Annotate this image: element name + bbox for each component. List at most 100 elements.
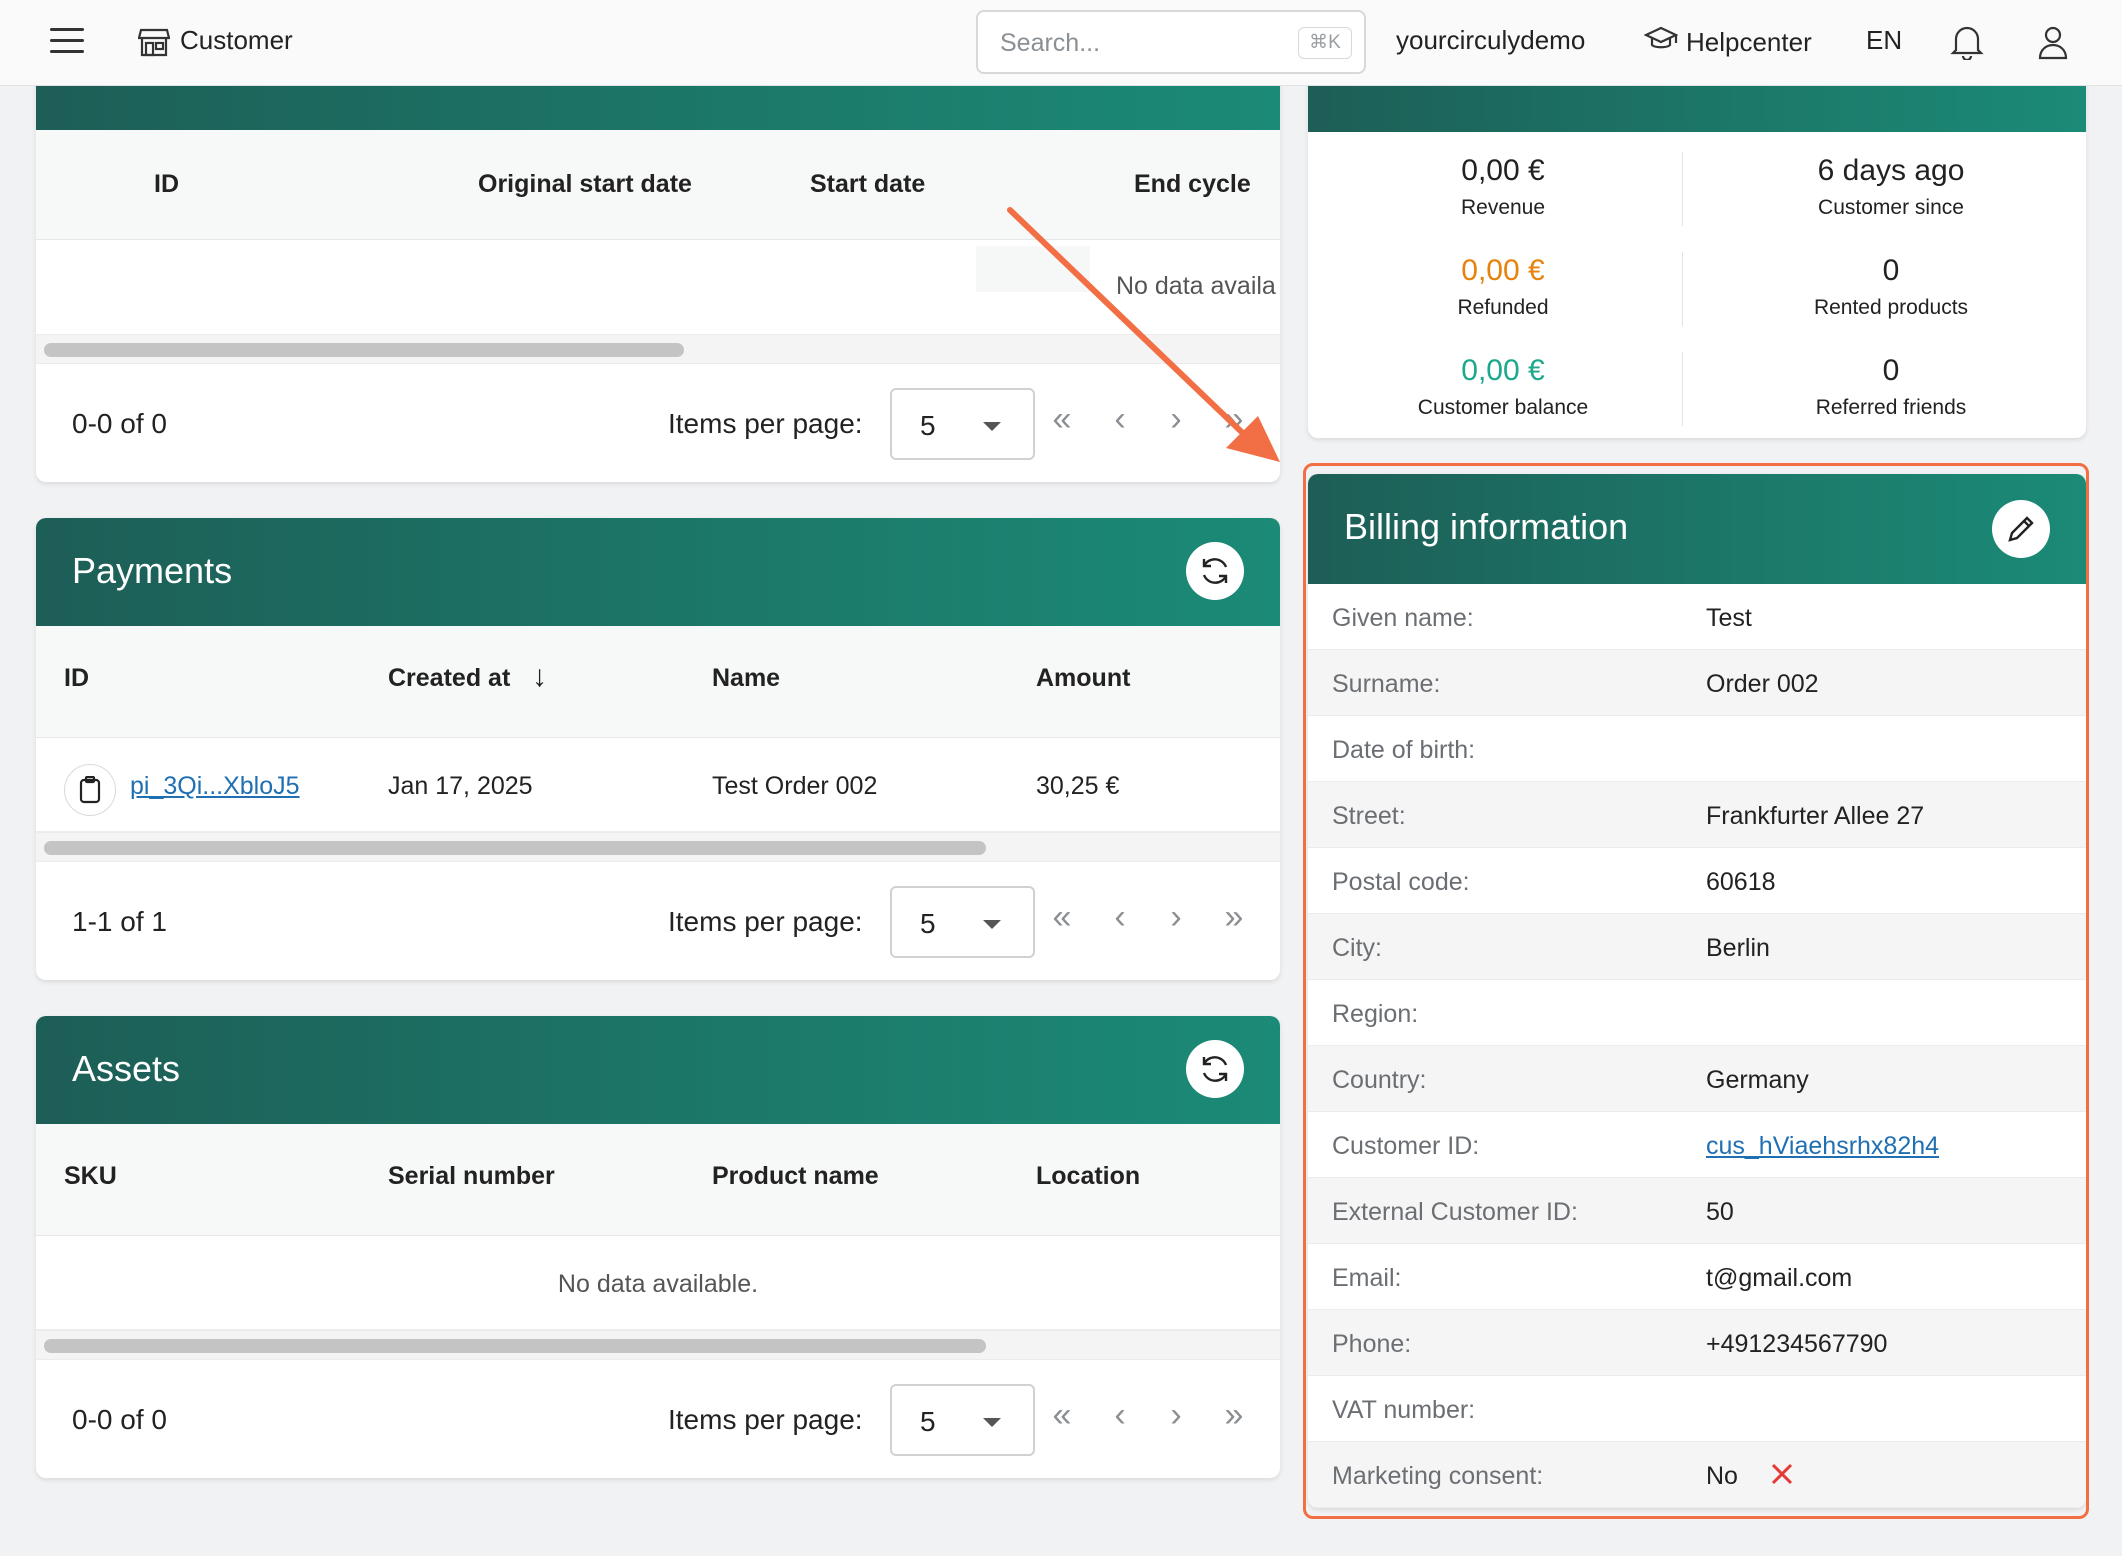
refresh-icon[interactable] <box>1186 1040 1244 1098</box>
column-header[interactable]: Product name <box>712 1162 879 1191</box>
search-input[interactable]: Search... ⌘K <box>976 10 1366 74</box>
billing-row: Date of birth: <box>1308 716 2086 782</box>
payment-id-link[interactable]: pi_3Qi...XbloJ5 <box>130 772 300 801</box>
billing-row: Region: <box>1308 980 2086 1046</box>
items-per-page-value: 5 <box>920 410 936 441</box>
billing-value: +491234567790 <box>1706 1330 1888 1358</box>
payment-amount: 30,25 € <box>1036 772 1120 800</box>
card-title: Assets <box>72 1048 181 1089</box>
billing-row: VAT number: <box>1308 1376 2086 1442</box>
billing-label: Surname: <box>1332 670 1441 698</box>
insight-value: 0,00 € <box>1461 154 1545 187</box>
insight-label: Customer balance <box>1417 396 1589 419</box>
language-selector[interactable]: EN <box>1866 25 1902 56</box>
insight-value: 0,00 € <box>1461 254 1545 287</box>
top-bar: Customer Search... ⌘K yourcirculydemo He… <box>0 0 2122 86</box>
billing-value: Frankfurter Allee 27 <box>1706 802 1925 830</box>
column-header[interactable]: Original start date <box>478 170 692 199</box>
pagination-range: 1-1 of 1 <box>72 906 167 937</box>
column-header[interactable]: ID <box>154 170 179 199</box>
refresh-icon[interactable] <box>1186 542 1244 600</box>
column-header[interactable]: Amount <box>1036 664 1130 693</box>
table-row[interactable]: pi_3Qi...XbloJ5 Jan 17, 2025 Test Order … <box>36 738 1280 832</box>
billing-label: Given name: <box>1332 604 1474 632</box>
payment-created-at: Jan 17, 2025 <box>388 772 533 800</box>
billing-row: External Customer ID: 50 <box>1308 1178 2086 1244</box>
column-header[interactable]: End cycle <box>1134 170 1251 199</box>
sort-arrow-icon[interactable]: ↓ <box>532 660 547 694</box>
billing-card: Billing information Given name: Test Sur… <box>1308 474 2086 1508</box>
scrollbar-thumb[interactable] <box>44 841 986 855</box>
billing-row: Surname: Order 002 <box>1308 650 2086 716</box>
billing-value: 50 <box>1706 1198 1734 1226</box>
chevron-down-icon <box>983 1418 1001 1427</box>
items-per-page-label: Items per page: <box>668 1404 863 1435</box>
billing-row: Marketing consent: No <box>1308 1442 2086 1508</box>
insight-value: 6 days ago <box>1817 154 1965 187</box>
empty-state: No data available. <box>557 1270 759 1298</box>
bell-icon[interactable] <box>1950 24 1984 65</box>
column-header[interactable]: Serial number <box>388 1162 555 1191</box>
helpcenter-link[interactable]: Helpcenter <box>1643 25 1812 60</box>
items-per-page-select[interactable]: 5 <box>890 886 1035 958</box>
insight-label: Rented products <box>1813 296 1969 319</box>
pagination-range: 0-0 of 0 <box>72 408 167 439</box>
billing-value: Order 002 <box>1706 670 1819 698</box>
column-header[interactable]: SKU <box>64 1162 117 1191</box>
billing-label: Date of birth: <box>1332 736 1476 764</box>
payments-card: Payments ID Created at ↓ Name Amount pi_… <box>36 518 1280 980</box>
customer-id-link[interactable]: cus_hViaehsrhx82h4 <box>1706 1132 1939 1161</box>
table-header: SKU Serial number Product name Location <box>36 1124 1280 1236</box>
prev-page-icon[interactable]: ‹ <box>1100 898 1140 937</box>
billing-row: Postal code: 60618 <box>1308 848 2086 914</box>
last-page-icon[interactable]: » <box>1214 898 1254 937</box>
billing-label: City: <box>1332 934 1382 962</box>
billing-label: Marketing consent: <box>1332 1462 1544 1490</box>
last-page-icon[interactable]: » <box>1214 1396 1254 1435</box>
prev-page-icon[interactable]: ‹ <box>1100 1396 1140 1435</box>
insight-value: 0,00 € <box>1461 354 1545 387</box>
first-page-icon[interactable]: « <box>1042 1396 1082 1435</box>
account-switcher[interactable]: yourcirculydemo <box>1396 25 1585 56</box>
clipboard-icon[interactable] <box>64 764 116 816</box>
column-header[interactable]: Name <box>712 664 780 693</box>
scrollbar-thumb[interactable] <box>44 1339 986 1353</box>
payment-name: Test Order 002 <box>712 772 878 800</box>
billing-label: Street: <box>1332 802 1406 830</box>
column-header[interactable]: ID <box>64 664 89 693</box>
billing-row: Street: Frankfurter Allee 27 <box>1308 782 2086 848</box>
next-page-icon[interactable]: › <box>1156 1396 1196 1435</box>
billing-value: t@gmail.com <box>1706 1264 1853 1292</box>
next-page-icon[interactable]: › <box>1156 898 1196 937</box>
insight-label: Refunded <box>1457 296 1549 319</box>
pagination-range: 0-0 of 0 <box>72 1404 167 1435</box>
column-header[interactable]: Location <box>1036 1162 1140 1191</box>
close-x-icon <box>1768 1460 1796 1493</box>
billing-label: Phone: <box>1332 1330 1412 1358</box>
column-header[interactable]: Created at <box>388 664 510 693</box>
insights-card: 0,00 € Revenue 6 days ago Customer since… <box>1308 40 2086 438</box>
first-page-icon[interactable]: « <box>1042 898 1082 937</box>
scrollbar-thumb[interactable] <box>44 343 684 357</box>
column-header[interactable]: Start date <box>810 170 925 199</box>
billing-row: Given name: Test <box>1308 584 2086 650</box>
insight-value: 0 <box>1882 354 1900 387</box>
user-icon[interactable] <box>2036 24 2070 65</box>
horizontal-scrollbar[interactable] <box>36 1330 1280 1360</box>
horizontal-scrollbar[interactable] <box>36 832 1280 862</box>
billing-row: Email: t@gmail.com <box>1308 1244 2086 1310</box>
insight-value: 0 <box>1882 254 1900 287</box>
items-per-page-select[interactable]: 5 <box>890 1384 1035 1456</box>
empty-row: No data available. <box>36 1236 1280 1330</box>
billing-label: External Customer ID: <box>1332 1198 1578 1226</box>
billing-label: Email: <box>1332 1264 1402 1292</box>
table-header: ID Created at ↓ Name Amount <box>36 626 1280 738</box>
items-per-page-value: 5 <box>920 908 936 939</box>
helpcenter-label: Helpcenter <box>1686 27 1812 57</box>
billing-value: 60618 <box>1706 868 1776 896</box>
items-per-page-label: Items per page: <box>668 906 863 937</box>
page-title: Customer <box>180 25 293 55</box>
billing-label: Region: <box>1332 1000 1419 1028</box>
edit-pencil-icon[interactable] <box>1992 500 2050 558</box>
menu-icon[interactable] <box>50 28 84 58</box>
